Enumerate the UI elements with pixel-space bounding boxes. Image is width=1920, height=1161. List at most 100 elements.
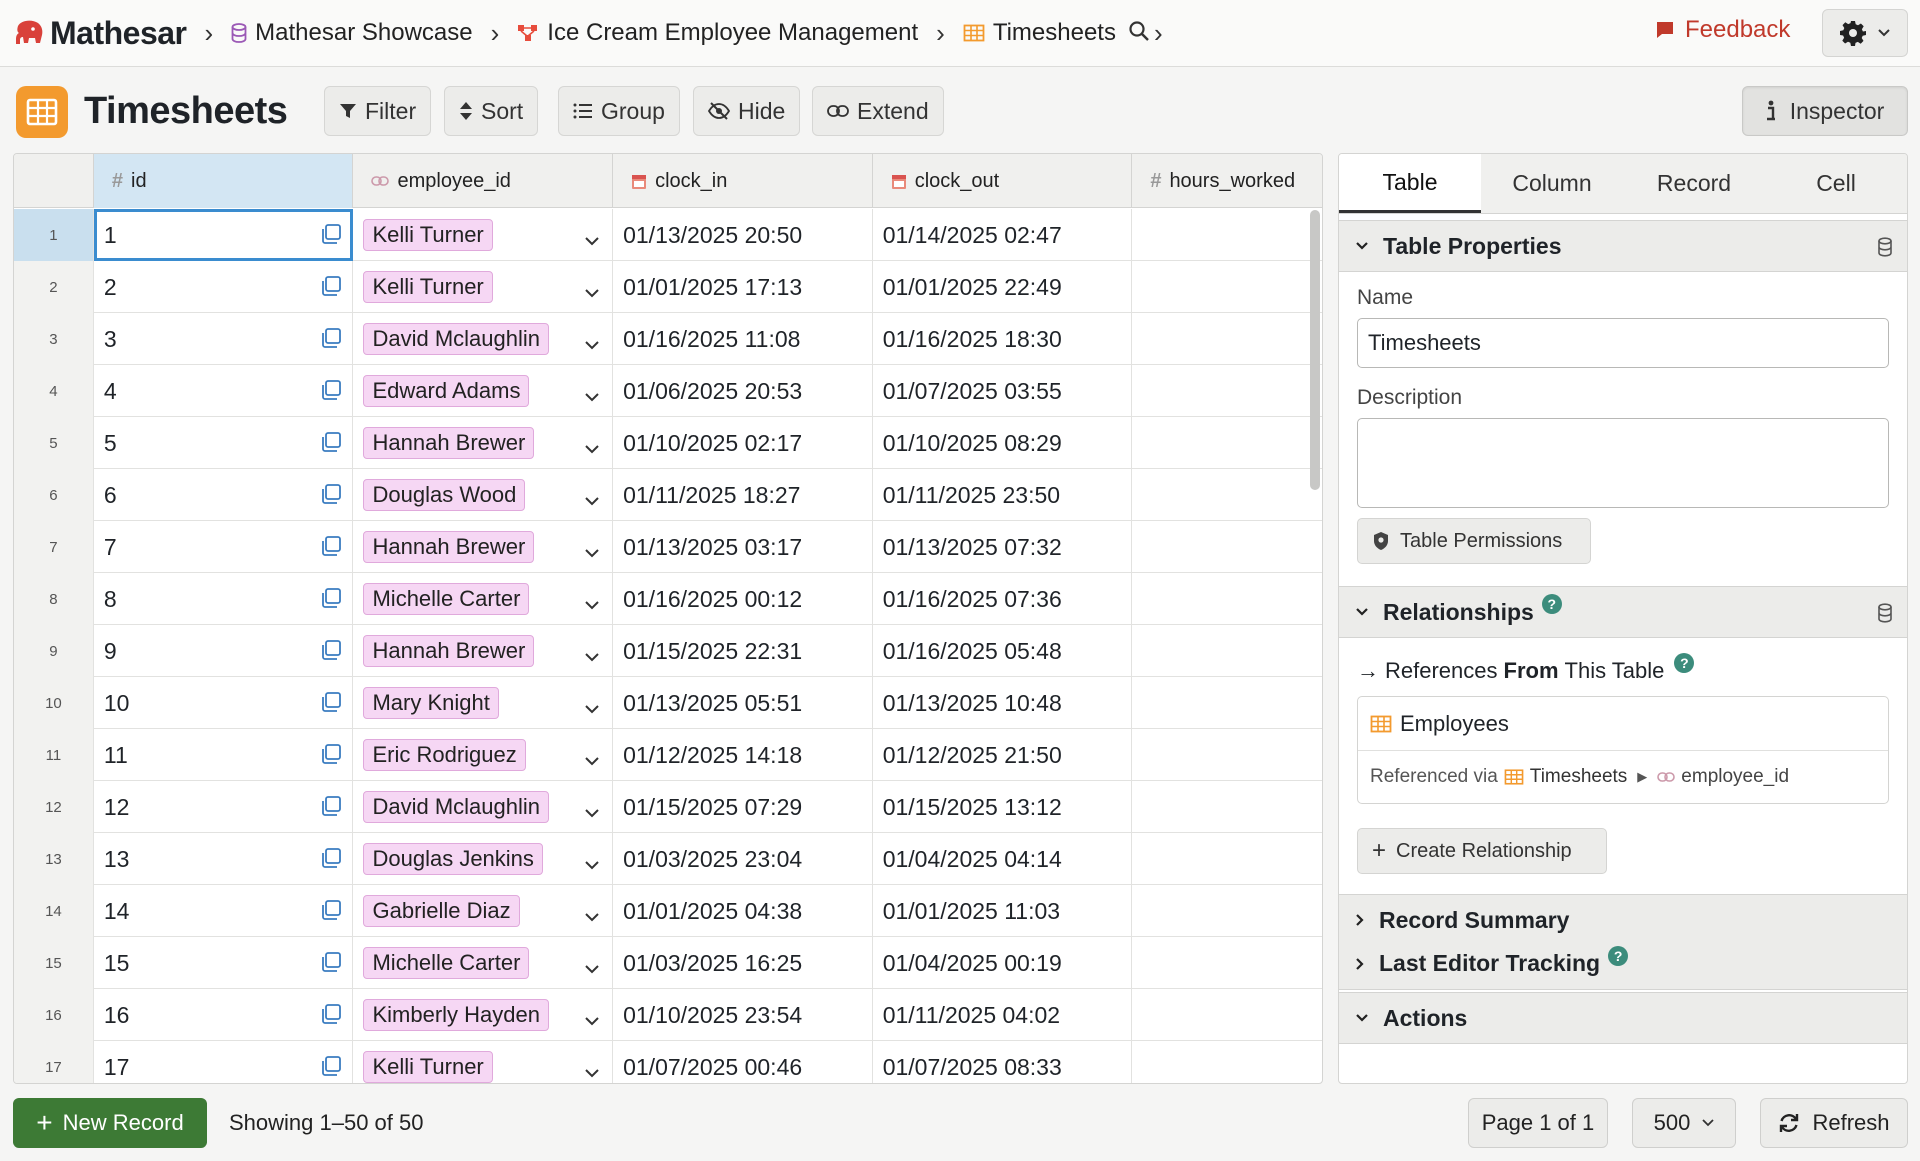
breadcrumb-table[interactable]: Timesheets [963, 19, 1116, 47]
tab-record[interactable]: Record [1623, 154, 1765, 213]
cell-clock-in[interactable]: 01/15/2025 07:29 [613, 781, 873, 833]
group-button[interactable]: Group [558, 86, 680, 136]
chevron-down-icon[interactable] [584, 537, 600, 564]
row-number[interactable]: 12 [14, 781, 94, 833]
breadcrumb-database[interactable]: Mathesar Showcase [231, 19, 473, 47]
cell-clock-out[interactable]: 01/01/2025 11:03 [873, 885, 1133, 937]
table-name-input[interactable]: Timesheets [1357, 318, 1889, 368]
chevron-right-icon[interactable]: › [1154, 20, 1163, 46]
help-icon[interactable]: ? [1674, 653, 1695, 673]
open-record-icon[interactable] [320, 587, 342, 615]
cell-id[interactable]: 4 [94, 365, 354, 417]
cell-id[interactable]: 6 [94, 469, 354, 521]
cell-hours-worked[interactable] [1132, 989, 1322, 1041]
cell-clock-in[interactable]: 01/01/2025 04:38 [613, 885, 873, 937]
relationships-section-header[interactable]: Relationships ? [1339, 586, 1907, 638]
help-icon[interactable]: ? [1608, 945, 1629, 966]
cell-id[interactable]: 11 [94, 729, 354, 781]
linked-record-chip[interactable]: Douglas Jenkins [363, 843, 543, 875]
cell-clock-out[interactable]: 01/16/2025 07:36 [873, 573, 1133, 625]
open-record-icon[interactable] [320, 743, 342, 771]
cell-employee-id[interactable]: Kelli Turner [353, 1041, 614, 1083]
cell-employee-id[interactable]: Douglas Wood [353, 469, 614, 521]
cell-hours-worked[interactable] [1132, 209, 1322, 261]
chevron-down-icon[interactable] [584, 329, 600, 356]
cell-clock-in[interactable]: 01/06/2025 20:53 [613, 365, 873, 417]
cell-clock-in[interactable]: 01/01/2025 17:13 [613, 261, 873, 313]
cell-id[interactable]: 15 [94, 937, 354, 989]
extend-button[interactable]: Extend [812, 86, 944, 136]
row-number[interactable]: 17 [14, 1041, 94, 1083]
cell-id[interactable]: 5 [94, 417, 354, 469]
cell-hours-worked[interactable] [1132, 521, 1322, 573]
row-number[interactable]: 7 [14, 521, 94, 573]
linked-record-chip[interactable]: David Mclaughlin [363, 791, 550, 823]
open-record-icon[interactable] [320, 223, 342, 251]
last-editor-tracking-section-header[interactable]: Last Editor Tracking ? [1339, 938, 1907, 990]
linked-record-chip[interactable]: Douglas Wood [363, 479, 526, 511]
cell-employee-id[interactable]: Kimberly Hayden [353, 989, 614, 1041]
row-number[interactable]: 10 [14, 677, 94, 729]
table-description-textarea[interactable] [1357, 418, 1889, 508]
settings-menu-button[interactable] [1822, 9, 1908, 57]
cell-clock-in[interactable]: 01/16/2025 11:08 [613, 313, 873, 365]
cell-hours-worked[interactable] [1132, 1041, 1322, 1083]
cell-id[interactable]: 13 [94, 833, 354, 885]
chevron-down-icon[interactable] [584, 901, 600, 928]
cell-id[interactable]: 8 [94, 573, 354, 625]
tab-cell[interactable]: Cell [1765, 154, 1907, 213]
open-record-icon[interactable] [320, 275, 342, 303]
cell-clock-in[interactable]: 01/03/2025 16:25 [613, 937, 873, 989]
cell-clock-out[interactable]: 01/04/2025 00:19 [873, 937, 1133, 989]
linked-record-chip[interactable]: Michelle Carter [363, 947, 530, 979]
feedback-button[interactable]: Feedback [1655, 16, 1790, 44]
cell-hours-worked[interactable] [1132, 573, 1322, 625]
cell-clock-in[interactable]: 01/03/2025 23:04 [613, 833, 873, 885]
new-record-button[interactable]: + New Record [13, 1098, 207, 1148]
open-record-icon[interactable] [320, 795, 342, 823]
row-number[interactable]: 15 [14, 937, 94, 989]
open-record-icon[interactable] [320, 431, 342, 459]
page-size-select[interactable]: 500 [1632, 1098, 1736, 1148]
cell-clock-in[interactable]: 01/10/2025 02:17 [613, 417, 873, 469]
linked-record-chip[interactable]: Kelli Turner [363, 271, 493, 303]
cell-hours-worked[interactable] [1132, 833, 1322, 885]
cell-clock-in[interactable]: 01/10/2025 23:54 [613, 989, 873, 1041]
cell-id[interactable]: 9 [94, 625, 354, 677]
linked-record-chip[interactable]: Eric Rodriguez [363, 739, 526, 771]
row-number[interactable]: 9 [14, 625, 94, 677]
breadcrumb-schema[interactable]: Ice Cream Employee Management [517, 19, 918, 47]
chevron-down-icon[interactable] [584, 433, 600, 460]
cell-clock-out[interactable]: 01/04/2025 04:14 [873, 833, 1133, 885]
cell-clock-out[interactable]: 01/14/2025 02:47 [873, 209, 1133, 261]
cell-employee-id[interactable]: David Mclaughlin [353, 313, 614, 365]
chevron-down-icon[interactable] [584, 1005, 600, 1032]
chevron-down-icon[interactable] [584, 797, 600, 824]
chevron-down-icon[interactable] [584, 849, 600, 876]
cell-clock-out[interactable]: 01/10/2025 08:29 [873, 417, 1133, 469]
chevron-down-icon[interactable] [584, 277, 600, 304]
cell-clock-out[interactable]: 01/11/2025 04:02 [873, 989, 1133, 1041]
inspector-toggle-button[interactable]: Inspector [1742, 86, 1908, 136]
row-number[interactable]: 1 [14, 209, 94, 261]
row-number[interactable]: 3 [14, 313, 94, 365]
linked-record-chip[interactable]: Hannah Brewer [363, 635, 535, 667]
linked-record-chip[interactable]: Kelli Turner [363, 1051, 493, 1083]
create-relationship-button[interactable]: + Create Relationship [1357, 828, 1607, 874]
cell-clock-out[interactable]: 01/13/2025 07:32 [873, 521, 1133, 573]
cell-clock-out[interactable]: 01/07/2025 03:55 [873, 365, 1133, 417]
open-record-icon[interactable] [320, 951, 342, 979]
cell-employee-id[interactable]: Mary Knight [353, 677, 614, 729]
reference-card[interactable]: Employees Referenced via Timesheets ▶ em… [1357, 696, 1889, 804]
cell-employee-id[interactable]: Gabrielle Diaz [353, 885, 614, 937]
column-header-hours-worked[interactable]: # hours_worked [1132, 154, 1322, 208]
row-number[interactable]: 4 [14, 365, 94, 417]
open-record-icon[interactable] [320, 483, 342, 511]
cell-clock-out[interactable]: 01/07/2025 08:33 [873, 1041, 1133, 1083]
column-header-clock-out[interactable]: clock_out [873, 154, 1133, 208]
chevron-down-icon[interactable] [584, 225, 600, 252]
hide-button[interactable]: Hide [693, 86, 801, 136]
cell-employee-id[interactable]: Hannah Brewer [353, 625, 614, 677]
chevron-down-icon[interactable] [584, 953, 600, 980]
cell-clock-out[interactable]: 01/12/2025 21:50 [873, 729, 1133, 781]
